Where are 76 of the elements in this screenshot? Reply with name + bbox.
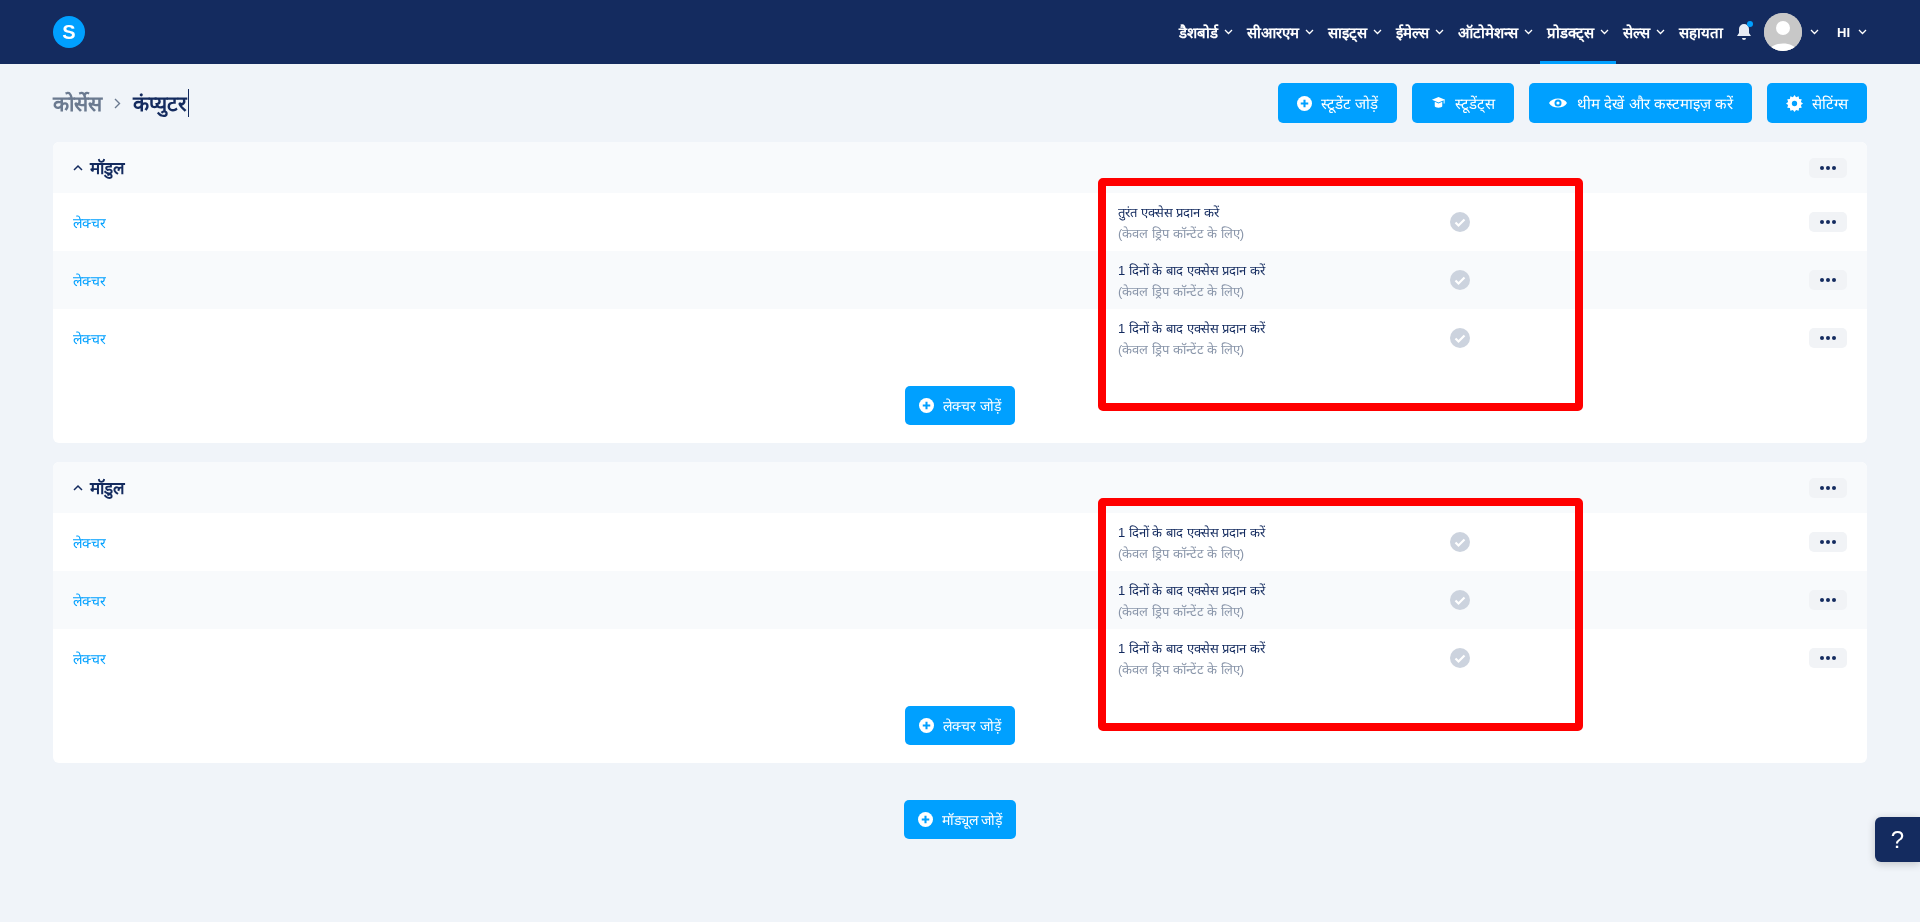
drip-note: (केवल ड्रिप कॉन्टेंट के लिए) xyxy=(1118,602,1246,620)
lecture-link[interactable]: लेक्चर xyxy=(73,532,1118,552)
chevron-down-icon xyxy=(1858,29,1867,35)
drip-access-label: 1 दिनों के बाद एक्सेस प्रदान करें xyxy=(1118,319,1267,337)
more-options-button[interactable] xyxy=(1809,212,1847,232)
action-button[interactable]: स्टूडेंट्स xyxy=(1412,83,1515,123)
drip-access-label: 1 दिनों के बाद एक्सेस प्रदान करें xyxy=(1118,581,1267,599)
nav-item[interactable]: डैशबोर्ड xyxy=(1172,0,1240,64)
nav-item[interactable]: सेल्स xyxy=(1616,0,1672,64)
lecture-link[interactable]: लेक्चर xyxy=(73,212,1118,232)
more-options-button[interactable] xyxy=(1809,477,1847,498)
drip-access-label: 1 दिनों के बाद एक्सेस प्रदान करें xyxy=(1118,261,1267,279)
check-circle-icon xyxy=(1450,590,1470,610)
drip-note: (केवल ड्रिप कॉन्टेंट के लिए) xyxy=(1118,282,1246,300)
add-lecture-button[interactable]: लेक्चर जोड़ें xyxy=(905,386,1015,425)
breadcrumb-link[interactable]: कोर्सेस xyxy=(53,89,102,117)
drip-access-label: तुरंत एक्सेस प्रदान करें xyxy=(1118,203,1221,221)
ellipsis-icon xyxy=(1820,656,1836,660)
plus-circle-icon xyxy=(919,398,935,413)
drip-note: (केवल ड्रिप कॉन्टेंट के लिए) xyxy=(1118,660,1246,678)
more-options-button[interactable] xyxy=(1809,157,1847,178)
lecture-link[interactable]: लेक्चर xyxy=(73,328,1118,348)
check-circle-icon xyxy=(1450,532,1470,552)
action-button[interactable]: स्टूडेंट जोड़ें xyxy=(1278,83,1398,123)
more-options-button[interactable] xyxy=(1809,270,1847,290)
ellipsis-icon xyxy=(1820,540,1836,544)
add-lecture-button[interactable]: लेक्चर जोड़ें xyxy=(905,706,1015,745)
course-title[interactable]: कंप्युटर xyxy=(133,89,189,117)
check-circle-icon xyxy=(1450,328,1470,348)
drip-access-label: 1 दिनों के बाद एक्सेस प्रदान करें xyxy=(1118,523,1267,541)
module-title: मॉडुल xyxy=(90,478,125,499)
ellipsis-icon xyxy=(1820,278,1836,282)
drip-note: (केवल ड्रिप कॉन्टेंट के लिए) xyxy=(1118,224,1246,242)
nav-item[interactable]: प्रोडक्ट्स xyxy=(1540,0,1616,64)
chevron-right-icon xyxy=(114,97,121,109)
more-options-button[interactable] xyxy=(1809,532,1847,552)
avatar-icon[interactable] xyxy=(1764,13,1802,51)
module-title: मॉडुल xyxy=(90,158,125,179)
eye-icon xyxy=(1548,96,1569,110)
more-options-button[interactable] xyxy=(1809,328,1847,348)
action-button[interactable]: थीम देखें और कस्टमाइज़ करें xyxy=(1529,83,1752,123)
lecture-link[interactable]: लेक्चर xyxy=(73,648,1118,668)
ellipsis-icon xyxy=(1820,598,1836,602)
ellipsis-icon xyxy=(1820,336,1836,340)
check-circle-icon xyxy=(1450,212,1470,232)
plus-circle-icon xyxy=(1297,95,1313,111)
plus-circle-icon xyxy=(919,718,935,733)
nav-item[interactable]: ऑटोमेशन्स xyxy=(1451,0,1540,64)
ellipsis-icon xyxy=(1820,485,1836,490)
nav-item[interactable]: सीआरएम xyxy=(1240,0,1321,64)
ellipsis-icon xyxy=(1820,220,1836,224)
graduation-cap-icon xyxy=(1431,95,1447,111)
drip-note: (केवल ड्रिप कॉन्टेंट के लिए) xyxy=(1118,544,1246,562)
check-circle-icon xyxy=(1450,648,1470,668)
nav-item[interactable]: ईमेल्स xyxy=(1389,0,1451,64)
drip-note: (केवल ड्रिप कॉन्टेंट के लिए) xyxy=(1118,340,1246,358)
action-button[interactable]: सेटिंग्स xyxy=(1767,83,1867,123)
language-selector[interactable]: HI xyxy=(1837,24,1850,40)
lecture-link[interactable]: लेक्चर xyxy=(73,590,1118,610)
check-circle-icon xyxy=(1450,270,1470,290)
settings-icon xyxy=(1786,94,1803,112)
nav-item[interactable]: सहायता xyxy=(1672,0,1730,64)
chevron-down-icon xyxy=(1810,29,1819,35)
notification-bell-icon[interactable] xyxy=(1736,23,1752,41)
drip-access-label: 1 दिनों के बाद एक्सेस प्रदान करें xyxy=(1118,639,1267,657)
help-button[interactable]: ? xyxy=(1875,817,1920,862)
plus-circle-icon xyxy=(917,812,933,827)
more-options-button[interactable] xyxy=(1809,590,1847,610)
more-options-button[interactable] xyxy=(1809,648,1847,668)
chevron-icon[interactable] xyxy=(73,164,83,171)
ellipsis-icon xyxy=(1820,165,1836,170)
lecture-link[interactable]: लेक्चर xyxy=(73,270,1118,290)
nav-item[interactable]: साइट्स xyxy=(1321,0,1389,64)
chevron-icon[interactable] xyxy=(73,484,83,491)
logo[interactable]: S xyxy=(53,16,85,48)
add-module-button[interactable]: मॉड्यूल जोड़ें xyxy=(903,800,1017,839)
